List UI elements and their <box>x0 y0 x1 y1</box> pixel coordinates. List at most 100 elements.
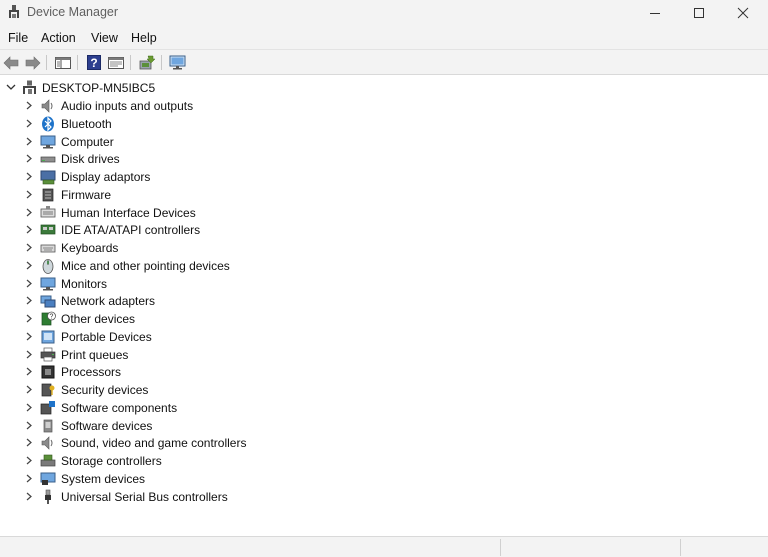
tree-category-item[interactable]: Portable Devices <box>0 328 320 346</box>
minimize-button[interactable] <box>632 0 678 26</box>
chevron-right-icon[interactable] <box>24 259 33 272</box>
tree-category-label: Network adapters <box>61 294 156 309</box>
ide-controller-icon <box>40 224 56 235</box>
processor-icon <box>41 365 55 379</box>
chevron-right-icon[interactable] <box>24 312 33 325</box>
chevron-right-icon[interactable] <box>24 348 33 361</box>
tree-category-label: Keyboards <box>61 241 119 255</box>
disk-drive-icon <box>40 156 56 163</box>
tree-category-item[interactable]: ? Other devices <box>0 310 320 328</box>
close-button[interactable] <box>720 0 766 26</box>
software-device-icon <box>43 419 53 432</box>
tree-category-item[interactable]: IDE ATA/ATAPI controllers <box>0 221 320 239</box>
tree-category-label: Sound, video and game controllers <box>61 436 247 451</box>
chevron-right-icon[interactable] <box>24 436 33 449</box>
tree-root-label: DESKTOP-MN5IBC5 <box>42 81 156 95</box>
tree-category-item[interactable]: Mice and other pointing devices <box>0 257 320 275</box>
minimize-icon <box>650 13 660 14</box>
tree-category-item[interactable]: Monitors <box>0 275 320 293</box>
properties-icon <box>108 56 124 69</box>
tree-category-label: Firmware <box>61 187 111 202</box>
menu-view[interactable]: View <box>91 31 118 45</box>
chevron-right-icon[interactable] <box>24 241 33 254</box>
tree-category-label: Software devices <box>61 418 153 433</box>
storage-controller-icon <box>40 454 56 467</box>
tree-category-label: Software components <box>61 400 178 415</box>
network-adapter-icon <box>40 295 56 308</box>
tree-category-item[interactable]: Processors <box>0 363 320 381</box>
chevron-right-icon[interactable] <box>24 365 33 378</box>
tree-category-item[interactable]: Storage controllers <box>0 452 320 470</box>
chevron-right-icon[interactable] <box>24 277 33 290</box>
tree-category-label: IDE ATA/ATAPI controllers <box>61 223 201 238</box>
chevron-right-icon[interactable] <box>24 419 33 432</box>
printer-icon <box>40 347 56 361</box>
chevron-right-icon[interactable] <box>24 152 33 165</box>
portable-device-icon <box>41 330 55 344</box>
speaker-icon <box>41 99 53 113</box>
tree-category-item[interactable]: Disk drives <box>0 150 320 168</box>
chevron-right-icon[interactable] <box>24 223 33 236</box>
chevron-right-icon[interactable] <box>24 490 33 503</box>
update-driver-icon <box>139 55 156 69</box>
chevron-right-icon[interactable] <box>24 170 33 183</box>
chevron-right-icon[interactable] <box>24 454 33 467</box>
tree-category-label: Portable Devices <box>61 329 152 344</box>
tree-category-item[interactable]: Human Interface Devices <box>0 204 320 222</box>
tree-category-item[interactable]: Security devices <box>0 381 320 399</box>
tree-category-item[interactable]: Sound, video and game controllers <box>0 434 320 452</box>
tree-category-label: Universal Serial Bus controllers <box>61 489 228 504</box>
properties-button[interactable] <box>107 54 125 71</box>
chevron-right-icon[interactable] <box>24 330 33 343</box>
tree-category-item[interactable]: Universal Serial Bus controllers <box>0 488 320 506</box>
chevron-right-icon[interactable] <box>24 135 33 148</box>
chevron-right-icon[interactable] <box>24 472 33 485</box>
chevron-right-icon[interactable] <box>24 383 33 396</box>
tree-category-item[interactable]: Bluetooth <box>0 115 320 133</box>
status-divider <box>500 539 501 556</box>
maximize-button[interactable] <box>676 0 722 26</box>
menu-help[interactable]: Help <box>131 31 157 45</box>
show-hide-tree-icon <box>55 56 71 69</box>
close-icon <box>737 7 749 19</box>
status-bar <box>0 536 768 557</box>
chevron-right-icon[interactable] <box>24 117 33 130</box>
chevron-right-icon[interactable] <box>24 188 33 201</box>
tree-category-label: Audio inputs and outputs <box>61 99 194 113</box>
tree-root[interactable]: DESKTOP-MN5IBC5 <box>0 79 300 97</box>
tree-category-item[interactable]: Computer <box>0 133 320 151</box>
tree-category-item[interactable]: Keyboards <box>0 239 320 257</box>
tree-category-item[interactable]: Display adaptors <box>0 168 320 186</box>
unknown-device-icon: ? <box>41 311 56 326</box>
chevron-right-icon[interactable] <box>24 401 33 414</box>
tree-category-item[interactable]: Print queues <box>0 346 320 364</box>
tree-category-item[interactable]: System devices <box>0 470 320 488</box>
toolbar-separator <box>161 55 162 70</box>
display-adapter-icon <box>40 170 56 185</box>
help-button[interactable]: ? <box>85 54 103 71</box>
update-driver-button[interactable] <box>138 54 156 71</box>
back-button[interactable] <box>2 54 20 71</box>
menu-action[interactable]: Action <box>41 31 76 45</box>
toolbar-separator <box>46 55 47 70</box>
tree-category-item[interactable]: Software devices <box>0 417 320 435</box>
tree-category-item[interactable]: Audio inputs and outputs <box>0 97 320 115</box>
tree-category-label: Mice and other pointing devices <box>61 258 230 273</box>
toolbar: ? <box>0 49 768 75</box>
chevron-right-icon[interactable] <box>24 206 33 219</box>
tree-category-item[interactable]: Software components <box>0 399 320 417</box>
hid-icon <box>40 205 56 217</box>
tree-category-item[interactable]: Network adapters <box>0 292 320 310</box>
chevron-right-icon[interactable] <box>24 99 33 112</box>
device-tree: DESKTOP-MN5IBC5 Audio inputs and outputs… <box>0 76 768 536</box>
chevron-down-icon[interactable] <box>6 80 16 94</box>
tree-category-item[interactable]: Firmware <box>0 186 320 204</box>
forward-button[interactable] <box>24 54 42 71</box>
menu-file[interactable]: File <box>8 31 28 45</box>
maximize-icon <box>694 8 704 18</box>
keyboard-icon <box>40 244 56 253</box>
title-bar: Device Manager <box>0 0 768 26</box>
show-hide-tree-button[interactable] <box>54 54 72 71</box>
scan-hardware-button[interactable] <box>169 54 187 71</box>
chevron-right-icon[interactable] <box>24 294 33 307</box>
